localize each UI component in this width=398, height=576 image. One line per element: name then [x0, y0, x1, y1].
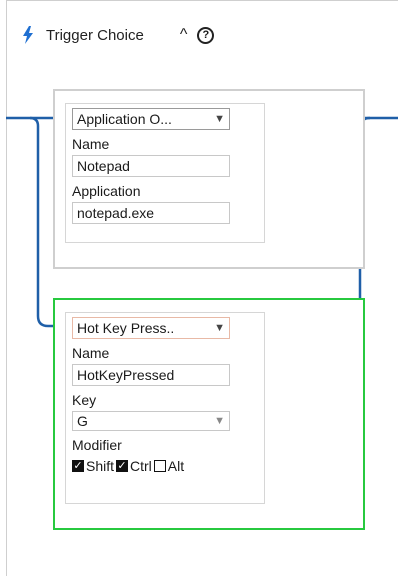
modifier-label: Modifier	[72, 437, 122, 453]
checkbox-checked-icon: ✓	[72, 459, 84, 472]
chevron-down-icon: ▼	[214, 415, 225, 427]
trigger-type-dropdown[interactable]: Hot Key Press.. ▼	[72, 317, 230, 339]
chevron-down-icon: ▼	[214, 113, 225, 125]
trigger-card-application[interactable]: Application O... ▼ Name Notepad Applicat…	[53, 89, 365, 269]
modifier-ctrl-label: Ctrl	[130, 458, 152, 474]
trigger-type-value: Application O...	[77, 111, 172, 127]
modifier-shift-checkbox[interactable]: ✓ Shift	[72, 458, 114, 474]
key-select[interactable]: G ▼	[72, 411, 230, 431]
key-select-value: G	[77, 413, 88, 429]
modifier-checkboxes: ✓ Shift ✓ Ctrl Alt	[72, 458, 258, 474]
modifier-alt-checkbox[interactable]: Alt	[153, 458, 185, 474]
application-input[interactable]: notepad.exe	[72, 202, 230, 224]
trigger-card-hotkey[interactable]: Hot Key Press.. ▼ Name HotKeyPressed Key…	[53, 298, 365, 530]
name-label: Name	[72, 345, 110, 361]
trigger-card-hotkey-content: Hot Key Press.. ▼ Name HotKeyPressed Key…	[65, 312, 265, 504]
name-input[interactable]: Notepad	[72, 155, 230, 177]
application-label: Application	[72, 183, 141, 199]
name-input[interactable]: HotKeyPressed	[72, 364, 230, 386]
checkbox-unchecked-icon	[153, 460, 166, 472]
trigger-type-dropdown[interactable]: Application O... ▼	[72, 108, 230, 130]
name-label: Name	[72, 136, 110, 152]
key-label: Key	[72, 392, 97, 408]
trigger-card-application-content: Application O... ▼ Name Notepad Applicat…	[65, 103, 265, 243]
chevron-down-icon: ▼	[214, 322, 225, 334]
modifier-alt-label: Alt	[167, 458, 185, 474]
trigger-type-value: Hot Key Press..	[77, 320, 175, 336]
modifier-ctrl-checkbox[interactable]: ✓ Ctrl	[116, 458, 152, 474]
checkbox-checked-icon: ✓	[116, 459, 129, 472]
modifier-shift-label: Shift	[86, 458, 115, 474]
